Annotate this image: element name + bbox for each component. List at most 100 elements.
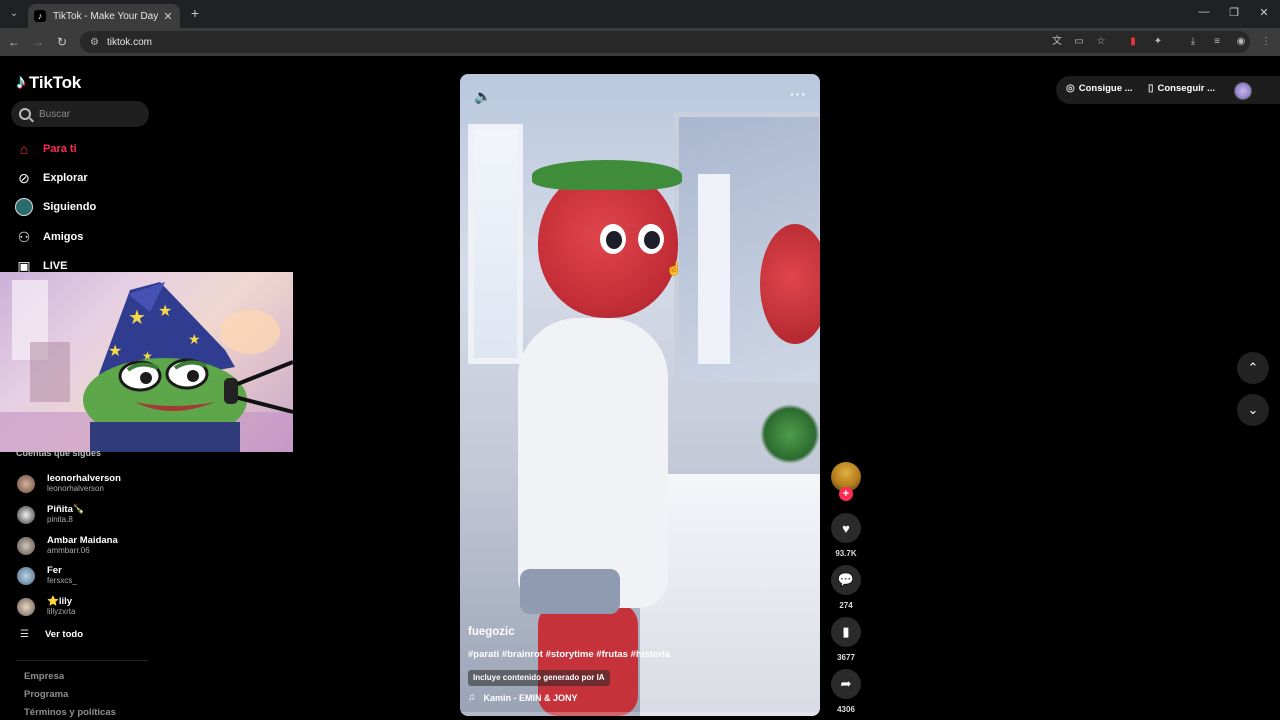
video-progress-bar[interactable] [460,712,820,716]
account-handle: ammbarr.06 [47,546,90,555]
ai-content-label: Incluye contenido generado por IA [468,670,610,686]
sidebar-item-para-ti[interactable]: ⌂ Para ti [15,138,77,160]
translate-icon[interactable]: 文 [1050,35,1064,49]
search-box[interactable] [11,101,149,127]
sidebar-item-label: Para ti [43,143,77,155]
get-coins-label: Consigue ... [1078,83,1133,94]
reload-icon[interactable]: ↻ [54,34,70,50]
account-handle: pinita.8 [47,515,73,524]
tab-title: TikTok - Make Your Day [53,10,159,22]
avatar[interactable] [1234,82,1252,100]
webcam-overlay: ★ ★ ★ ★ ★ [0,272,293,452]
avatar [17,597,35,616]
download-icon[interactable]: ⤓ [1186,35,1200,49]
comment-icon: 💬 [837,572,855,587]
coin-icon: ◎ [1066,83,1075,94]
sidebar-divider [16,660,148,661]
close-window-icon[interactable]: ✕ [1256,6,1272,19]
svg-text:★: ★ [188,332,201,348]
account-item[interactable]: Fer fersxcs_ [17,565,77,586]
menu-dots-icon[interactable]: ⋮ [1259,35,1273,49]
account-item[interactable]: Ambar Maidana ammbarr.06 [17,535,118,556]
footer-link-empresa[interactable]: Empresa [24,671,64,682]
see-all-button[interactable]: ☰ Ver todo [20,629,83,640]
avatar [17,505,35,524]
heart-icon: ♥ [842,520,850,536]
chevron-up-icon: ⌃ [1247,360,1259,375]
sidebar-item-label: Explorar [43,172,88,184]
bookmark-icon: ▮ [842,624,850,639]
save-button[interactable]: ▮ [831,617,861,647]
account-name: Ambar Maidana [47,535,118,546]
tab-close-icon[interactable]: ✕ [162,10,174,23]
get-coins-button[interactable]: ◎ Consigue ... [1066,83,1133,94]
browser-tab[interactable]: ♪ TikTok - Make Your Day ✕ [28,4,180,28]
video-author[interactable]: fuegozic [468,626,515,638]
home-icon: ⌂ [19,141,29,157]
url-text: tiktok.com [106,36,152,48]
tab-search-icon[interactable]: ⌄ [6,6,22,22]
get-app-button[interactable]: ▯ Conseguir ... [1148,83,1215,94]
next-video-button[interactable]: ⌄ [1237,394,1269,426]
get-app-label: Conseguir ... [1157,83,1216,94]
footer-link-terminos[interactable]: Términos y políticas [24,707,116,718]
svg-text:★: ★ [108,341,122,360]
volume-icon[interactable]: 🔈 [474,88,492,106]
video-plant [760,404,820,464]
forward-icon[interactable]: → [30,34,46,50]
comment-button[interactable]: 💬 [831,565,861,595]
profile-icon[interactable]: ◉ [1234,35,1248,49]
cast-icon[interactable]: ▭ [1072,35,1086,49]
follow-plus-icon[interactable]: + [839,487,853,501]
eye-left [600,224,626,254]
share-button[interactable]: ➦ [831,669,861,699]
like-button[interactable]: ♥ [831,513,861,543]
extensions-puzzle-icon[interactable]: ✦ [1151,35,1165,49]
sidebar-item-siguiendo[interactable]: Siguiendo [15,196,96,218]
account-handle: lillyzxrta [47,607,76,616]
search-input[interactable] [39,108,139,120]
avatar [17,566,35,585]
new-tab-button[interactable]: + [188,6,202,20]
logo-text: TikTok [29,72,82,92]
media-icon[interactable]: ≡ [1210,35,1224,49]
sidebar-item-label: Siguiendo [43,201,97,213]
account-item[interactable]: leonorhalverson leonorhalverson [17,473,121,494]
minimize-icon[interactable]: — [1196,6,1212,18]
sidebar-item-explorar[interactable]: ⊘ Explorar [15,167,88,189]
search-icon [19,108,31,120]
site-info-icon[interactable]: ⚙ [90,37,99,48]
browser-toolbar: ← → ↻ ⚙ tiktok.com 文 ▭ ☆ ▮ ✦ ⤓ ≡ ◉ ⋮ [0,28,1280,56]
mouse-cursor-icon: ☝ [666,261,683,276]
footer-link-programa[interactable]: Programa [24,689,68,700]
eye-right [638,224,664,254]
like-count: 93.7K [835,549,857,558]
avatar [17,474,35,493]
sidebar-item-label: Amigos [43,231,84,243]
list-icon: ☰ [20,629,29,640]
account-handle: leonorhalverson [47,484,104,493]
save-count: 3677 [837,653,855,662]
extension-icon[interactable]: ▮ [1126,35,1140,49]
video-music[interactable]: ♫ Kamin - EMIN & JONY [468,692,578,703]
compass-icon: ⊘ [18,169,30,186]
music-note-icon: ♫ [468,692,476,703]
video-player[interactable]: 🔈 ··· fuegozic #parati #brainrot #storyt… [460,74,820,716]
previous-video-button[interactable]: ⌃ [1237,352,1269,384]
video-window [468,124,523,364]
phone-icon: ▯ [1148,83,1154,94]
more-options-icon[interactable]: ··· [790,86,807,102]
back-icon[interactable]: ← [6,34,22,50]
avatar [17,536,35,555]
account-item[interactable]: ⭐lily lillyzxrta [17,596,75,617]
see-all-label: Ver todo [45,629,84,640]
sidebar-item-label: LIVE [43,260,68,272]
bookmark-star-icon[interactable]: ☆ [1094,35,1108,49]
sidebar-item-amigos[interactable]: ⚇ Amigos [15,226,84,248]
video-hashtags[interactable]: #parati #brainrot #storytime #frutas #hi… [468,649,670,660]
account-name: Piñita🍾 [47,504,85,515]
account-item[interactable]: Piñita🍾 pinita.8 [17,504,85,525]
tiktok-logo[interactable]: ♪ TikTok [16,71,81,94]
music-title: Kamin - EMIN & JONY [483,692,578,703]
restore-icon[interactable]: ❐ [1226,6,1242,19]
